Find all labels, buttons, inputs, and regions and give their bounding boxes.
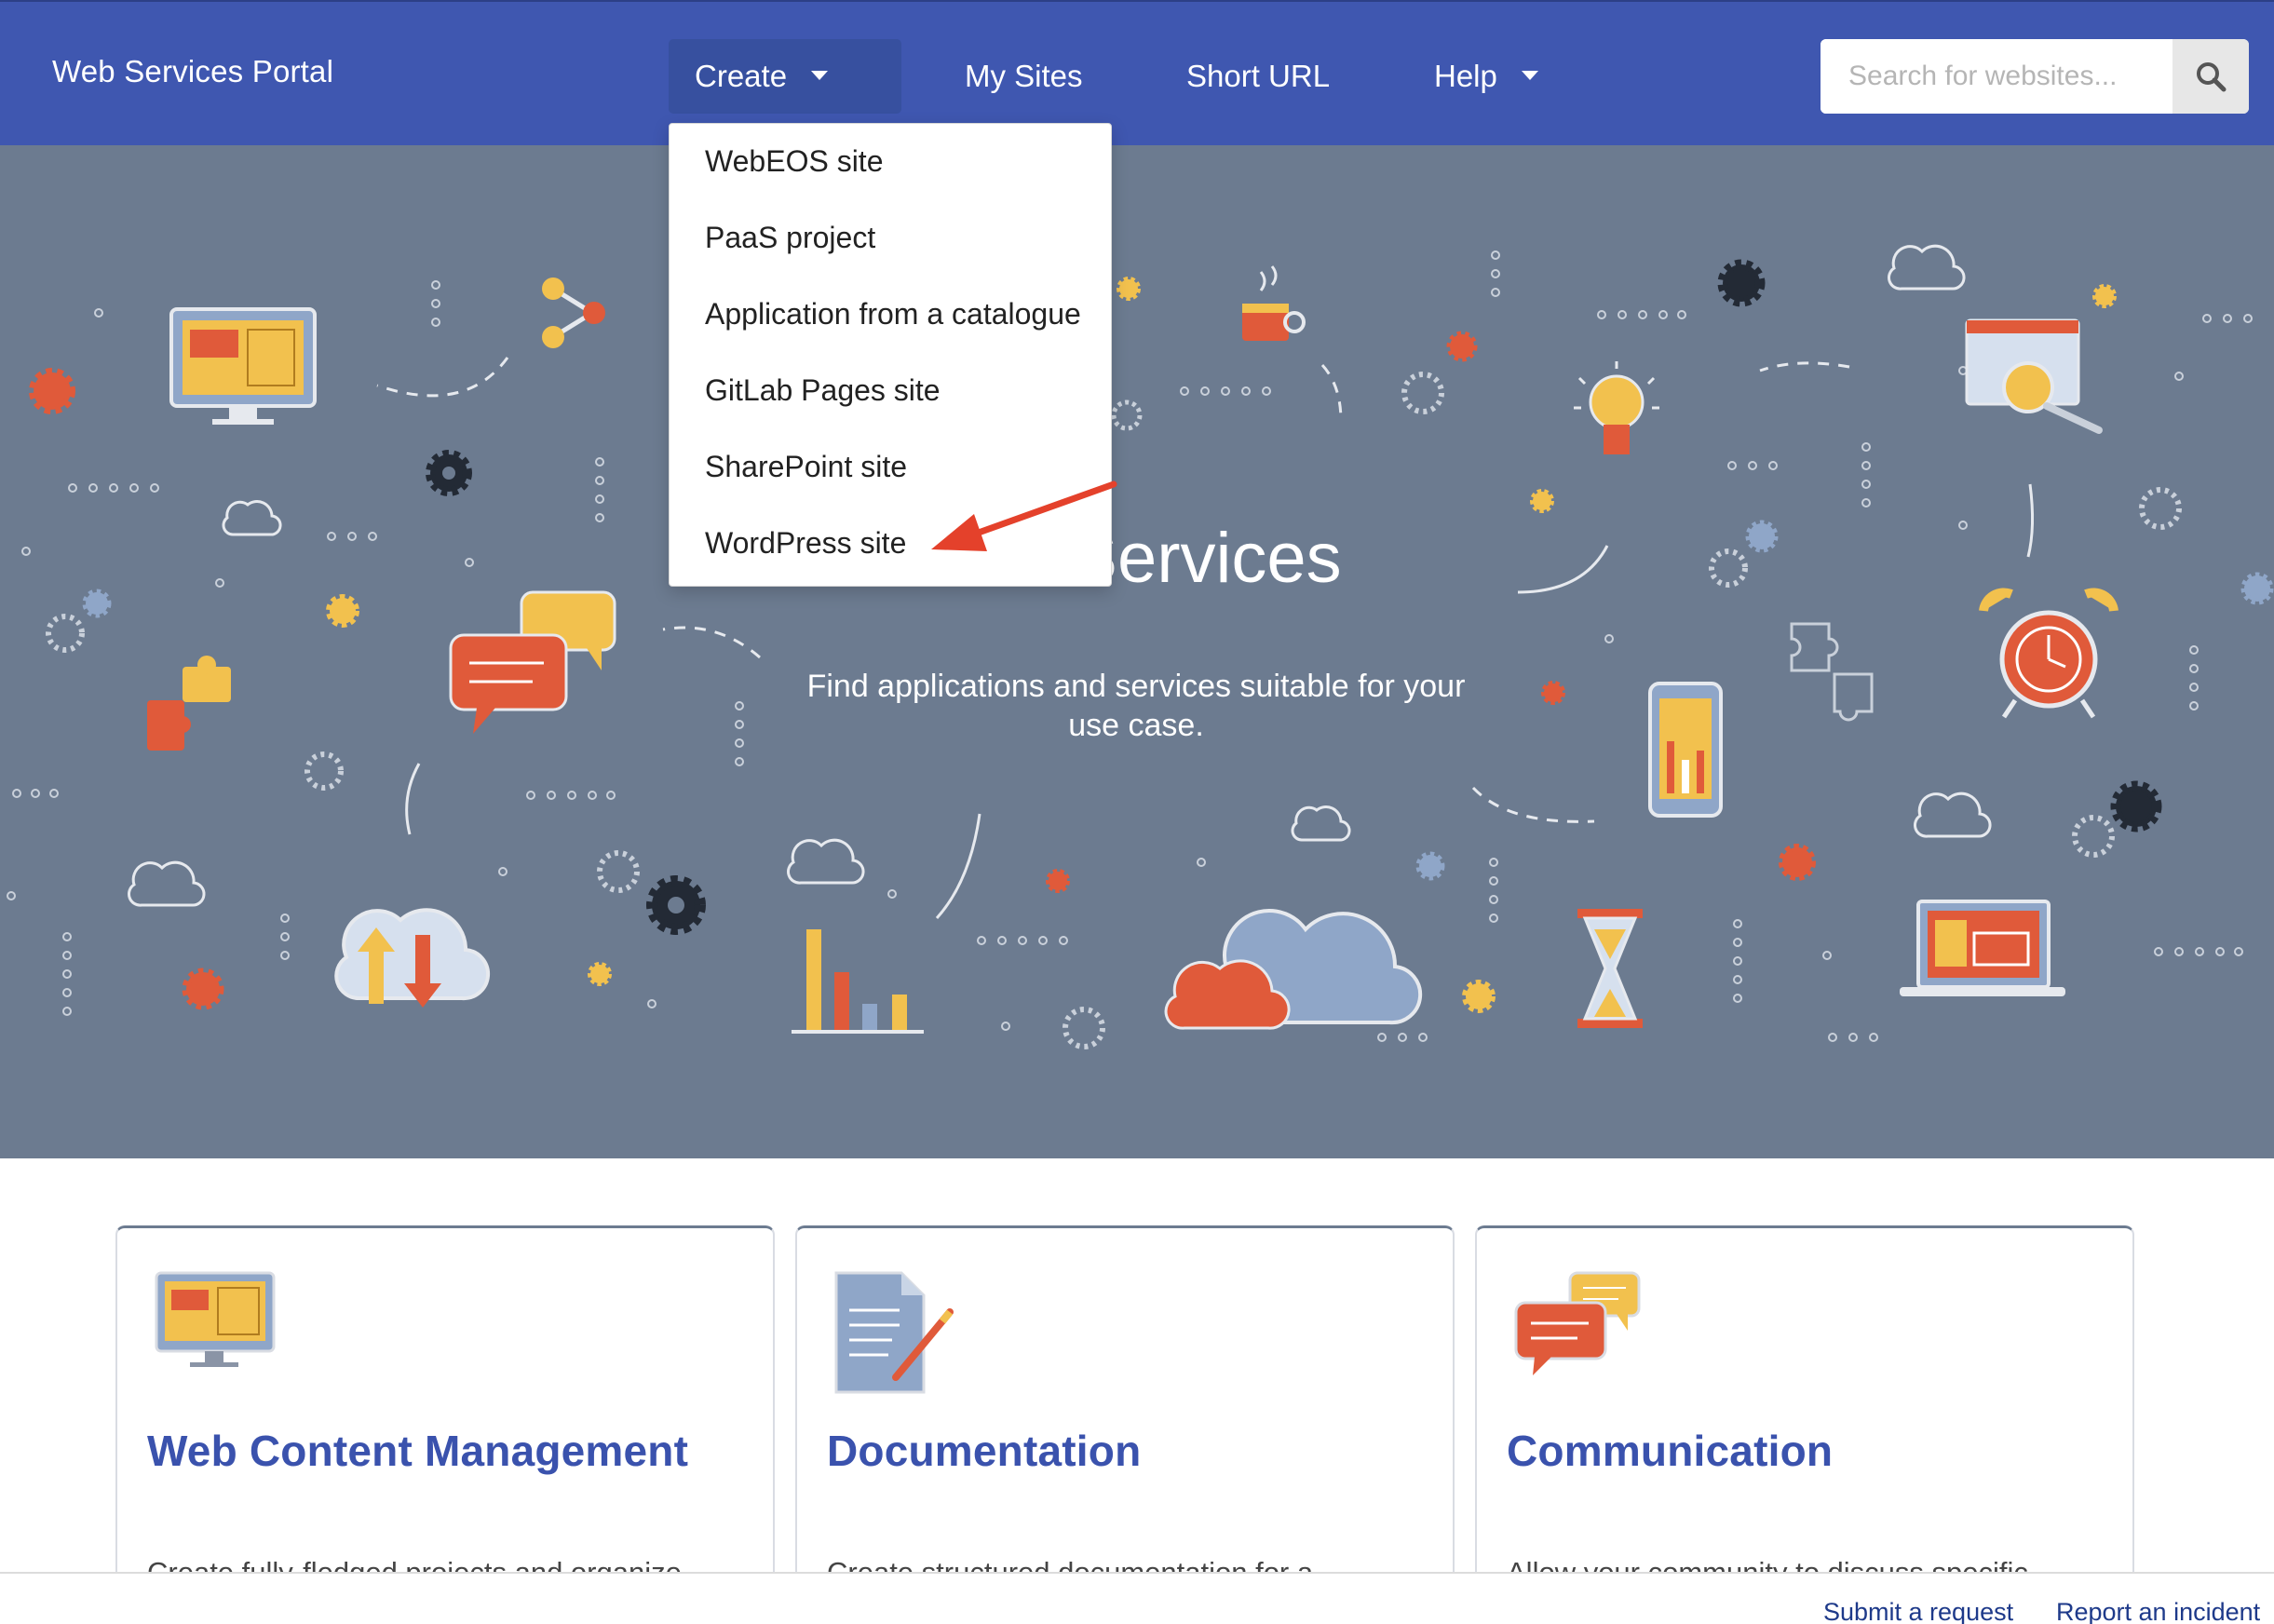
search-box: [1821, 39, 2249, 114]
nav-short-url[interactable]: Short URL: [1160, 39, 1356, 114]
card-title[interactable]: Documentation: [827, 1426, 1141, 1476]
menu-item-application-catalogue[interactable]: Application from a catalogue: [705, 297, 1081, 332]
nav-create-menu[interactable]: Create: [669, 39, 901, 114]
search-input[interactable]: [1821, 39, 2171, 114]
category-cards-section: Web Content Management Create fully-fled…: [0, 1158, 2274, 1624]
menu-item-wordpress-site[interactable]: WordPress site: [705, 526, 906, 561]
brand-title[interactable]: Web Services Portal: [52, 54, 333, 89]
hero-subtitle: Find applications and services suitable …: [806, 669, 1466, 743]
nav-help-menu[interactable]: Help: [1408, 39, 1564, 114]
card-title[interactable]: Communication: [1507, 1426, 1833, 1476]
card-communication[interactable]: Communication Allow your community to di…: [1475, 1225, 2134, 1624]
card-title[interactable]: Web Content Management: [147, 1426, 688, 1476]
footer-bar: Submit a request Report an incident: [0, 1572, 2274, 1624]
chevron-down-icon: [1521, 71, 1538, 81]
nav-create-label: Create: [695, 59, 788, 93]
menu-item-sharepoint-site[interactable]: SharePoint site: [705, 450, 907, 484]
nav-my-sites[interactable]: My Sites: [939, 39, 1109, 114]
annotation-arrow-icon: [931, 480, 1117, 551]
menu-item-gitlab-pages-site[interactable]: GitLab Pages site: [705, 373, 941, 408]
chat-bubbles-icon: [1514, 1271, 1641, 1375]
menu-item-paas-project[interactable]: PaaS project: [705, 221, 875, 255]
card-documentation[interactable]: Documentation Create structured document…: [795, 1225, 1455, 1624]
top-navbar: Web Services Portal Create My Sites Shor…: [0, 0, 2274, 145]
chevron-down-icon: [811, 71, 829, 81]
card-web-content-management[interactable]: Web Content Management Create fully-fled…: [115, 1225, 775, 1624]
search-button[interactable]: [2172, 39, 2249, 114]
hero-illustration: [7, 244, 2274, 1049]
nav-help-label: Help: [1434, 59, 1497, 93]
hero-banner: and Services Find applications and servi…: [0, 145, 2274, 1158]
report-incident-link[interactable]: Report an incident: [2056, 1598, 2260, 1624]
search-icon: [2197, 62, 2227, 92]
submit-request-link[interactable]: Submit a request: [1823, 1598, 2013, 1624]
menu-item-webeos-site[interactable]: WebEOS site: [705, 144, 883, 179]
document-pen-icon: [834, 1271, 954, 1394]
hero-title: and Services: [932, 519, 1342, 598]
monitor-icon: [155, 1271, 276, 1367]
